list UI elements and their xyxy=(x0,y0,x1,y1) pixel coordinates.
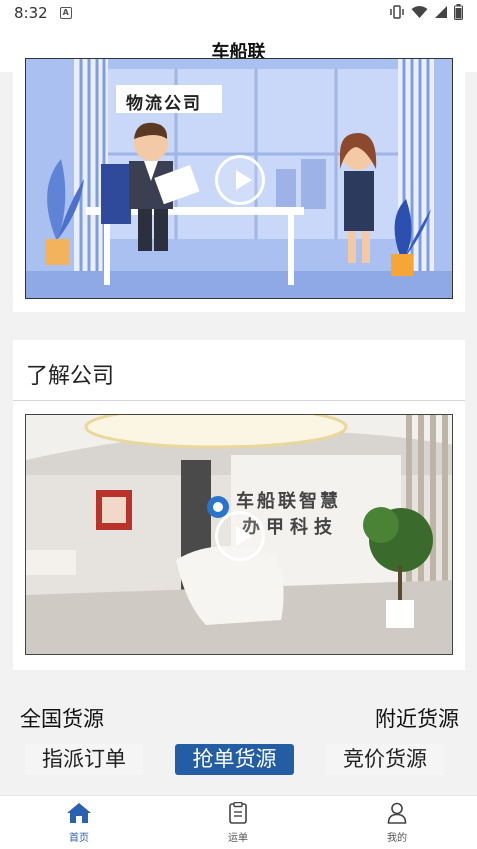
wall-sign-line1: 车船联智慧 xyxy=(236,491,341,512)
nav-label-profile: 我的 xyxy=(387,833,407,844)
section-title-about: 了解公司 xyxy=(26,364,115,389)
nav-item-home[interactable]: 首页 xyxy=(49,802,109,844)
video-player-intro[interactable]: 物流公司 xyxy=(25,58,453,299)
clipboard-icon xyxy=(229,801,247,824)
nav-item-profile[interactable]: 我的 xyxy=(367,802,427,844)
tab-assigned-orders[interactable]: 指派订单 xyxy=(25,744,143,775)
play-button[interactable] xyxy=(215,155,265,205)
wifi-icon xyxy=(411,6,428,18)
user-icon xyxy=(387,802,407,824)
home-icon xyxy=(67,803,91,823)
nav-item-orders[interactable]: 运单 xyxy=(208,801,268,844)
status-icons xyxy=(389,4,463,20)
bottom-nav: 首页 运单 我的 xyxy=(0,795,477,849)
play-button[interactable] xyxy=(215,511,265,561)
video-sign-text: 物流公司 xyxy=(126,94,202,114)
status-bar: 8:32 A xyxy=(0,0,477,26)
video-player-company[interactable]: 车船联智慧 办甲科技 xyxy=(25,414,453,655)
tab-grab-orders[interactable]: 抢单货源 xyxy=(175,744,294,775)
battery-icon xyxy=(454,4,463,20)
nav-label-home: 首页 xyxy=(69,833,89,844)
signal-icon xyxy=(435,6,447,18)
nearby-cargo-link[interactable]: 附近货源 xyxy=(375,703,459,733)
national-cargo-link[interactable]: 全国货源 xyxy=(20,703,104,733)
status-time: 8:32 xyxy=(14,4,48,22)
divider xyxy=(13,400,465,401)
vibrate-icon xyxy=(390,5,404,19)
nav-label-orders: 运单 xyxy=(228,833,248,844)
tab-bidding-cargo[interactable]: 竞价货源 xyxy=(326,744,444,775)
a-icon: A xyxy=(59,7,72,19)
